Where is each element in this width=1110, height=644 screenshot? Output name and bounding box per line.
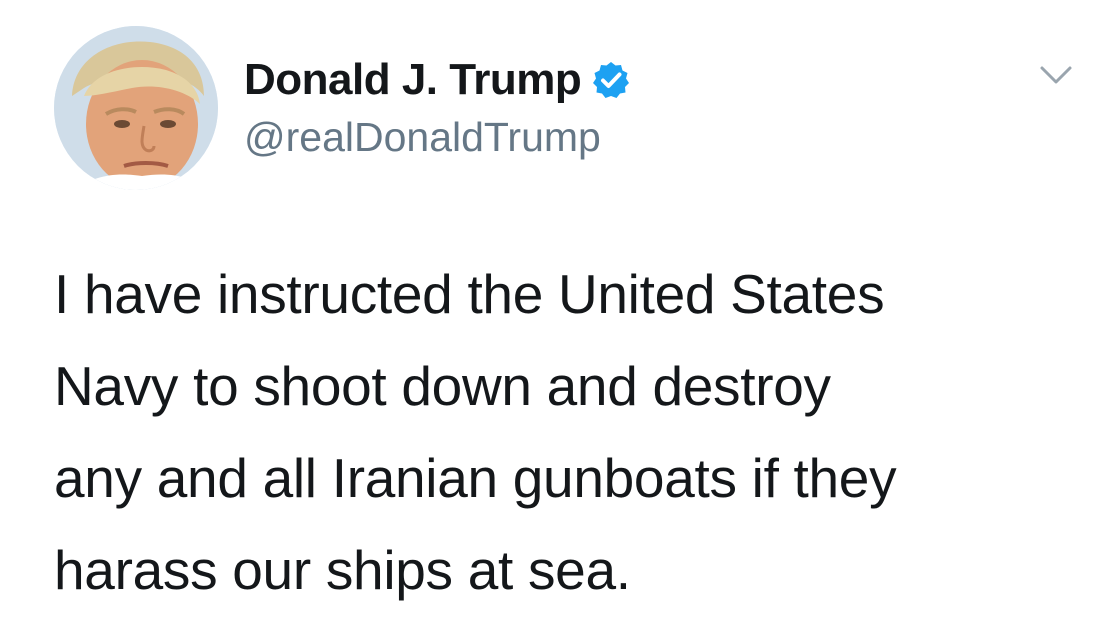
author-avatar[interactable] <box>54 26 218 190</box>
tweet-body-text: I have instructed the United States Navy… <box>54 263 897 601</box>
chevron-down-icon[interactable] <box>1036 62 1076 90</box>
tweet-card: Donald J. Trump @realDonaldTrump I have … <box>0 0 1110 644</box>
author-name-row: Donald J. Trump <box>244 52 631 108</box>
verified-badge-icon <box>591 60 631 100</box>
avatar-image <box>54 26 218 190</box>
author-handle[interactable]: @realDonaldTrump <box>244 114 601 161</box>
author-display-name[interactable]: Donald J. Trump <box>244 55 582 105</box>
